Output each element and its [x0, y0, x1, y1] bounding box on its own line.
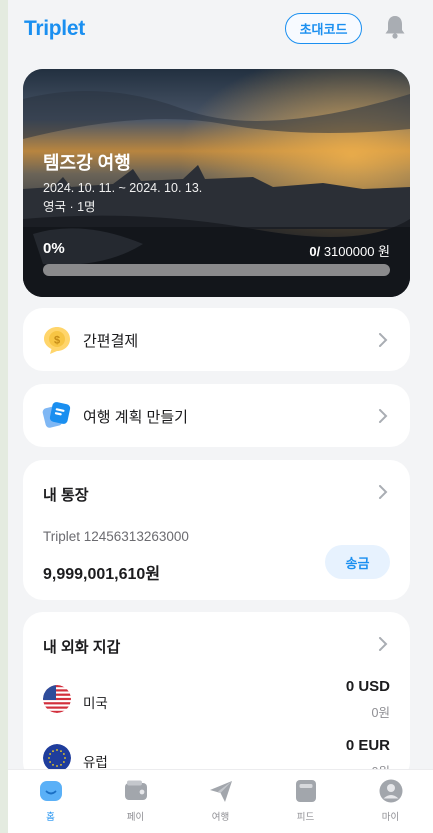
quick-pay-label: 간편결제: [83, 333, 139, 350]
trip-destination-people: 영국 · 1명: [43, 200, 96, 214]
tab-pay[interactable]: 페이: [93, 770, 178, 833]
wallet-icon: [124, 780, 147, 800]
fx-amount: 0 USD: [345, 678, 390, 695]
my-account-card[interactable]: 내 통장 Triplet 12456313263000 9,999,001,61…: [23, 460, 410, 600]
send-money-button[interactable]: 송금: [325, 545, 390, 579]
chevron-right-icon[interactable]: [378, 485, 388, 499]
make-plan-label: 여행 계획 만들기: [83, 409, 188, 426]
trip-title: 템즈강 여행: [43, 153, 131, 173]
trip-amount-current: 0/: [309, 244, 321, 259]
tab-travel-label: 여행: [211, 812, 230, 823]
home-icon: [39, 781, 62, 801]
fx-wallet-card[interactable]: 내 외화 지갑 미국 0 USD 0원 유럽 0 EUR: [23, 612, 410, 782]
trip-progress-bar: [43, 264, 390, 276]
tab-my-label: 마이: [381, 812, 400, 823]
eu-flag-icon: [43, 744, 71, 772]
fx-amount: 0 EUR: [345, 737, 390, 754]
bottom-tab-bar: 홈 페이 여행 피드 마이: [8, 769, 433, 833]
tab-travel[interactable]: 여행: [178, 770, 263, 833]
account-name: Triplet 12456313263000: [43, 529, 189, 544]
bell-icon[interactable]: [383, 14, 407, 40]
account-balance: 9,999,001,610원: [43, 566, 161, 583]
trip-card[interactable]: 템즈강 여행 2024. 10. 11. ~ 2024. 10. 13. 영국 …: [23, 69, 410, 297]
chevron-right-icon: [379, 333, 388, 347]
us-flag-icon: [43, 685, 71, 713]
fx-krw-value: 0원: [371, 706, 390, 720]
tab-feed[interactable]: 피드: [263, 770, 348, 833]
dollar-coin-icon: $: [44, 327, 70, 354]
make-plan-row[interactable]: 여행 계획 만들기: [23, 384, 410, 447]
tab-feed-label: 피드: [296, 812, 315, 823]
plan-cards-icon: [42, 402, 71, 428]
brand-logo: Triplet: [24, 17, 85, 40]
chevron-right-icon[interactable]: [378, 637, 388, 651]
fx-wallet-section-title: 내 외화 지갑: [43, 639, 121, 656]
chevron-right-icon: [379, 409, 388, 423]
feed-icon: [295, 780, 316, 802]
fx-country-label: 유럽: [83, 755, 108, 770]
tab-home-label: 홈: [46, 812, 55, 823]
tab-my[interactable]: 마이: [348, 770, 433, 833]
account-section-title: 내 통장: [43, 487, 89, 504]
profile-icon: [379, 779, 402, 803]
tab-home[interactable]: 홈: [8, 770, 93, 833]
trip-dates: 2024. 10. 11. ~ 2024. 10. 13.: [43, 181, 203, 195]
paper-plane-icon: [209, 781, 232, 802]
trip-budget-amount: 0/ 3100000 원: [309, 241, 390, 260]
invite-code-button[interactable]: 초대코드: [285, 13, 362, 44]
tab-pay-label: 페이: [126, 812, 145, 823]
top-bar: Triplet 초대코드: [8, 0, 433, 60]
trip-amount-target: 3100000 원: [320, 244, 390, 259]
quick-pay-row[interactable]: $ 간편결제: [23, 308, 410, 371]
svg-text:$: $: [54, 335, 60, 347]
app-screen: Triplet 초대코드 템즈강 여행 2024. 10. 11. ~ 2024…: [8, 0, 433, 833]
trip-progress-percent: 0%: [43, 240, 65, 257]
fx-wallet-item-usd[interactable]: 미국 0 USD 0원: [23, 678, 410, 728]
fx-country-label: 미국: [83, 696, 108, 711]
